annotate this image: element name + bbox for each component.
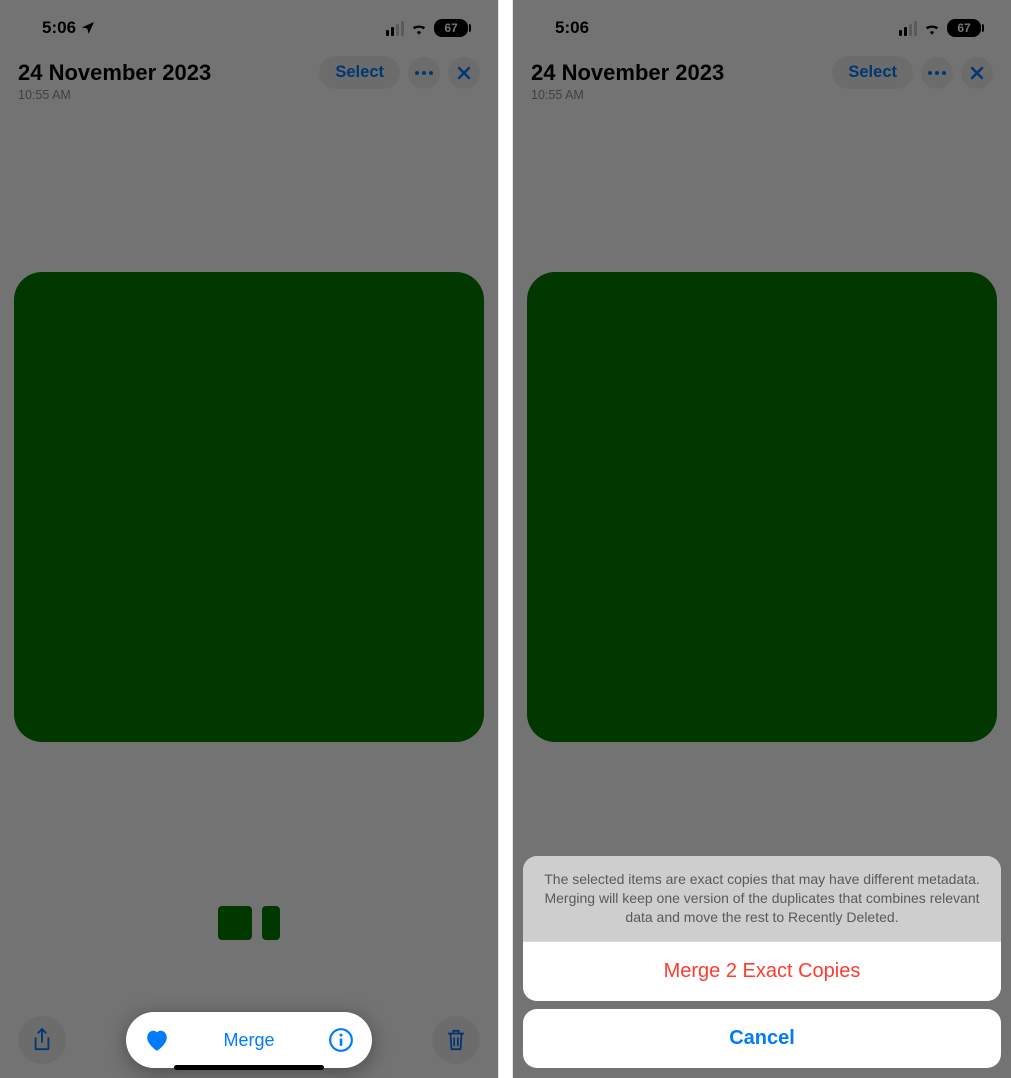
status-bar: 5:06 67 <box>0 0 498 50</box>
delete-button[interactable] <box>432 1016 480 1064</box>
close-icon <box>970 66 984 80</box>
photo-main[interactable] <box>527 272 997 742</box>
photo-viewer <box>513 258 1011 756</box>
status-bar: 5:06 67 <box>513 0 1011 50</box>
wifi-icon <box>923 21 941 35</box>
select-button[interactable]: Select <box>832 56 913 89</box>
favorite-button[interactable] <box>144 1028 170 1052</box>
screenshot-divider <box>498 0 513 1078</box>
header: 24 November 2023 10:55 AM Select <box>513 50 1011 108</box>
info-button[interactable] <box>328 1027 354 1053</box>
page-subtitle: 10:55 AM <box>18 88 211 102</box>
share-icon <box>31 1027 53 1053</box>
thumbnail-strip <box>0 906 498 940</box>
battery-icon: 67 <box>434 19 468 37</box>
thumbnail-2[interactable] <box>262 906 280 940</box>
home-indicator[interactable] <box>174 1065 324 1070</box>
bottom-toolbar: Merge <box>0 1010 498 1070</box>
action-sheet: The selected items are exact copies that… <box>523 856 1001 1068</box>
more-button[interactable] <box>408 57 440 89</box>
phone-screenshot-right: 5:06 67 24 November 2023 10:55 AM Select <box>513 0 1011 1078</box>
battery-icon: 67 <box>947 19 981 37</box>
thumbnail-1[interactable] <box>218 906 252 940</box>
action-sheet-message: The selected items are exact copies that… <box>523 856 1001 941</box>
merge-pill: Merge <box>126 1012 372 1068</box>
share-button[interactable] <box>18 1016 66 1064</box>
action-sheet-group: The selected items are exact copies that… <box>523 856 1001 1001</box>
phone-screenshot-left: 5:06 67 24 November 2023 10:55 AM Select <box>0 0 498 1078</box>
header: 24 November 2023 10:55 AM Select <box>0 50 498 108</box>
close-button[interactable] <box>448 57 480 89</box>
photo-viewer <box>0 258 498 756</box>
cellular-icon <box>386 21 405 36</box>
close-button[interactable] <box>961 57 993 89</box>
cellular-icon <box>899 21 918 36</box>
page-subtitle: 10:55 AM <box>531 88 724 102</box>
location-icon <box>80 20 96 36</box>
status-time: 5:06 <box>555 18 589 38</box>
wifi-icon <box>410 21 428 35</box>
screen: 5:06 67 24 November 2023 10:55 AM Select <box>0 0 498 1078</box>
close-icon <box>457 66 471 80</box>
screen: 5:06 67 24 November 2023 10:55 AM Select <box>513 0 1011 1078</box>
ellipsis-icon <box>928 70 946 76</box>
cancel-button[interactable]: Cancel <box>523 1009 1001 1068</box>
select-button[interactable]: Select <box>319 56 400 89</box>
photo-main[interactable] <box>14 272 484 742</box>
status-time: 5:06 <box>42 18 76 38</box>
merge-copies-button[interactable]: Merge 2 Exact Copies <box>523 941 1001 1001</box>
more-button[interactable] <box>921 57 953 89</box>
merge-button[interactable]: Merge <box>223 1030 274 1051</box>
page-title: 24 November 2023 <box>531 60 724 86</box>
page-title: 24 November 2023 <box>18 60 211 86</box>
trash-icon <box>445 1027 467 1053</box>
ellipsis-icon <box>415 70 433 76</box>
